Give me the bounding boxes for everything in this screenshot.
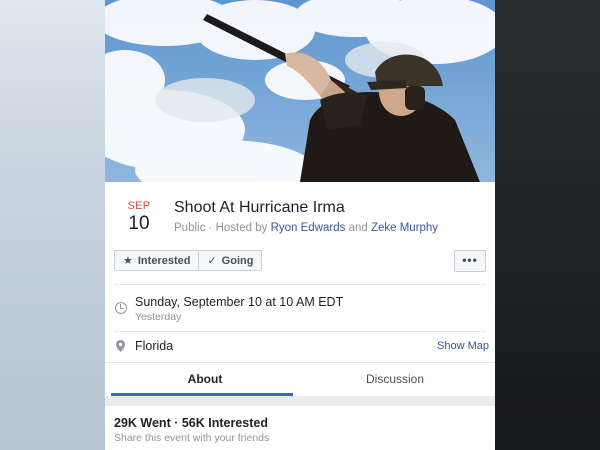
show-map-link[interactable]: Show Map: [437, 340, 489, 352]
divider: [114, 284, 486, 285]
host-conjunction: and: [348, 222, 368, 234]
more-options-button[interactable]: •••: [454, 250, 486, 272]
event-date: SEP 10: [121, 200, 157, 235]
tab-about[interactable]: About: [111, 364, 299, 394]
event-time-relative: Yesterday: [135, 311, 182, 323]
host-link-2[interactable]: Zeke Murphy: [371, 222, 438, 234]
background-right: [495, 0, 600, 450]
separator-dot: ·: [208, 222, 213, 234]
event-tabs: About Discussion: [105, 364, 495, 396]
event-card: SEP 10 Shoot At Hurricane Irma Public · …: [105, 0, 495, 450]
more-dots-icon: •••: [462, 253, 478, 267]
hosted-by-label: Hosted by: [215, 222, 268, 234]
event-title: Shoot At Hurricane Irma: [174, 199, 345, 216]
divider: [114, 331, 486, 332]
section-gap: [105, 396, 495, 406]
rsvp-button-group: ★ Interested ✓ Going: [114, 250, 263, 271]
checkmark-icon: ✓: [207, 255, 217, 267]
host-link-1[interactable]: Ryon Edwards: [271, 222, 346, 234]
event-cover-photo: [105, 0, 495, 182]
background-left: [0, 0, 105, 450]
event-date-day: 10: [128, 213, 150, 234]
event-date-month: SEP: [127, 200, 151, 212]
going-button[interactable]: ✓ Going: [199, 250, 263, 271]
interested-label: Interested: [137, 254, 191, 267]
tab-discussion[interactable]: Discussion: [301, 364, 489, 394]
event-location[interactable]: Florida: [135, 339, 173, 353]
clock-icon: [115, 302, 127, 314]
divider: [105, 362, 495, 363]
event-host-line: Public · Hosted by Ryon Edwards and Zeke…: [174, 222, 438, 234]
share-prompt: Share this event with your friends: [114, 432, 270, 444]
event-time[interactable]: Sunday, September 10 at 10 AM EDT: [135, 295, 343, 309]
event-privacy: Public: [174, 222, 206, 234]
map-pin-icon: [116, 340, 125, 352]
star-icon: ★: [123, 255, 133, 267]
interested-button[interactable]: ★ Interested: [114, 250, 200, 271]
attendance-stats[interactable]: 29K Went · 56K Interested: [114, 416, 268, 430]
going-label: Going: [221, 254, 254, 267]
